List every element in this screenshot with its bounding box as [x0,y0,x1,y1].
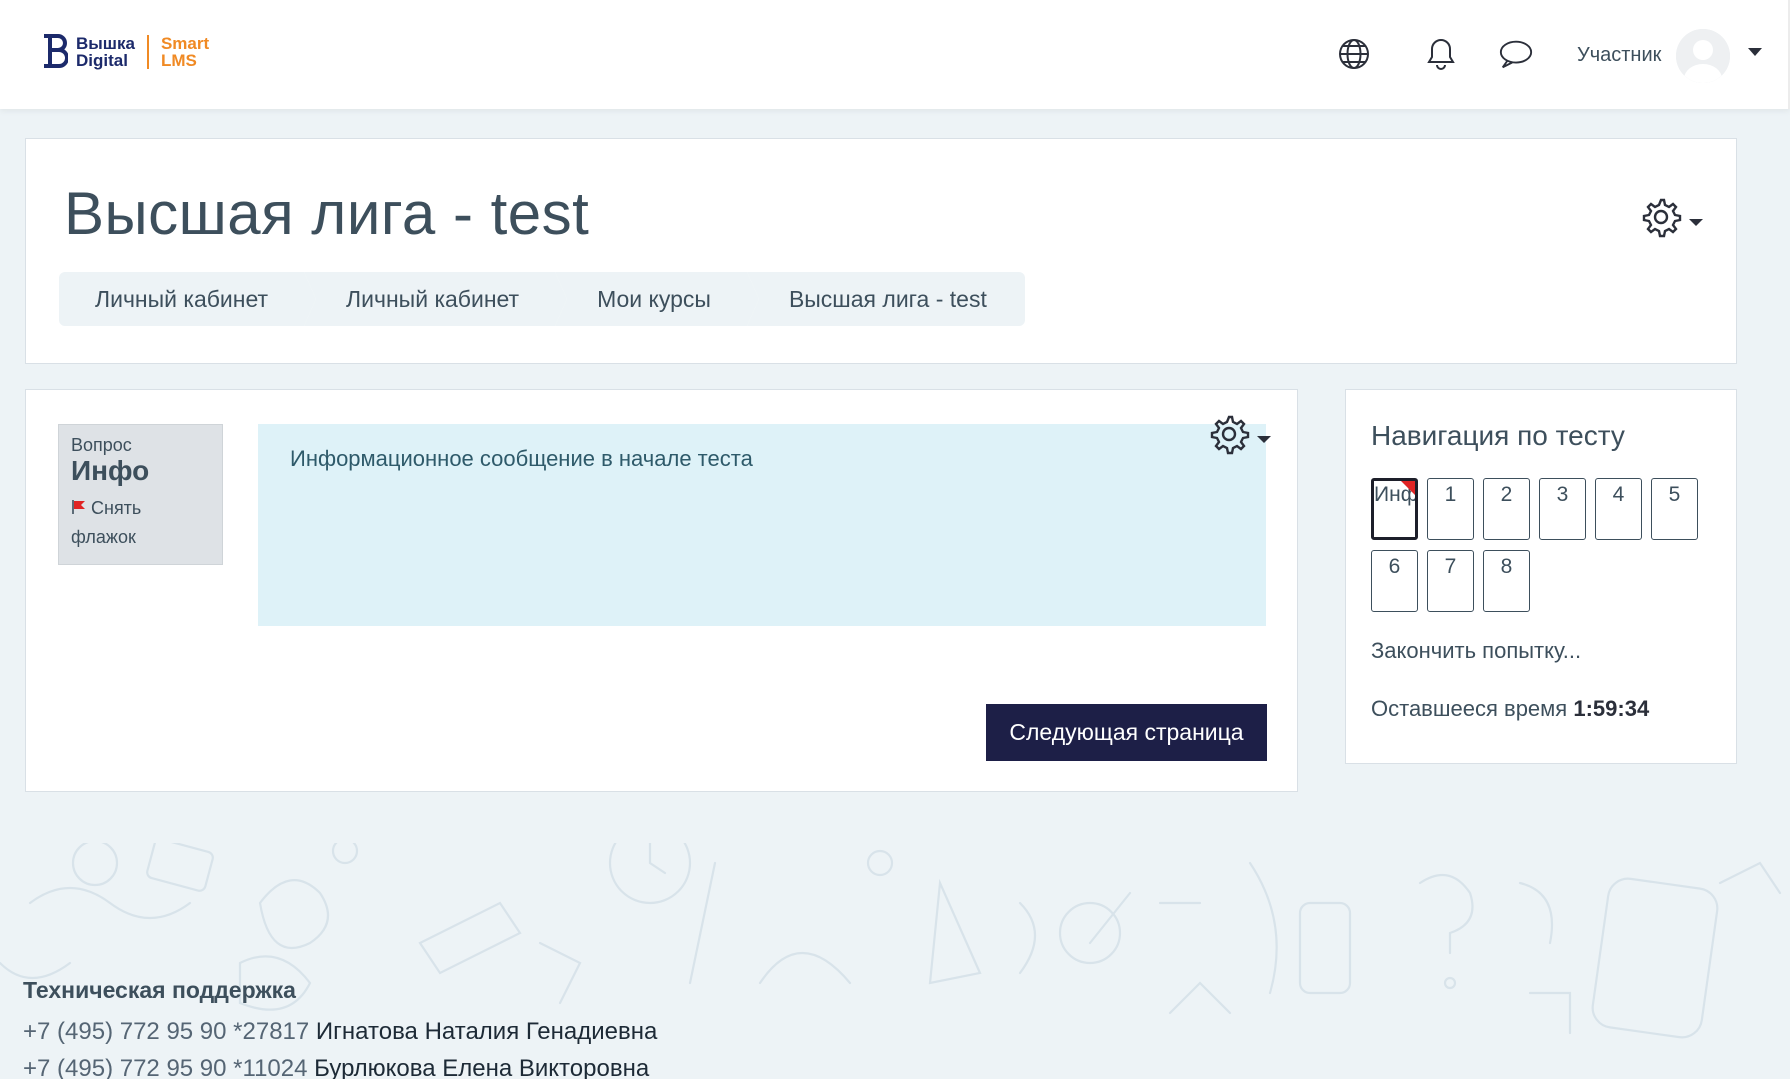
breadcrumb-item[interactable]: Мои курсы [555,272,759,326]
question-settings-menu[interactable] [1209,414,1279,463]
hse-logo-icon [44,34,68,68]
nav-button-6[interactable]: 6 [1371,550,1418,612]
user-name[interactable]: Участник [1577,44,1661,67]
question-label: Вопрос [71,435,132,455]
nav-button-7[interactable]: 7 [1427,550,1474,612]
time-remaining-value: 1:59:34 [1573,696,1650,721]
site-logo[interactable]: Вышка Digital Smart LMS [40,32,209,72]
logo-line-1: Вышка [76,34,135,53]
support-phone[interactable]: +7 (495) 772 95 90 *11024 [23,1055,307,1079]
gear-icon [1642,198,1703,238]
avatar[interactable] [1676,29,1730,83]
logo-text-secondary: Smart LMS [161,35,209,69]
quiz-navigation-title: Навигация по тесту [1371,420,1625,451]
nav-button-2[interactable]: 2 [1483,478,1530,540]
remove-flag-link[interactable]: Снять флажок [71,494,210,551]
quiz-navigation-panel: Навигация по тесту Инф 1 2 3 4 5 6 7 8 З… [1345,389,1737,764]
page-title: Высшая лига - test [64,180,590,247]
logo-text-primary: Вышка Digital [76,35,135,69]
nav-button-info[interactable]: Инф [1371,478,1418,540]
chevron-down-icon [1257,436,1271,443]
question-card: Вопрос Инфо Снять флажок Информационное … [25,389,1298,792]
breadcrumb-item[interactable]: Личный кабинет [304,272,568,326]
gear-icon [1210,415,1271,455]
top-navbar: Вышка Digital Smart LMS Участник [0,0,1790,109]
finish-attempt-link[interactable]: Закончить попытку... [1371,638,1581,664]
nav-button-5[interactable]: 5 [1651,478,1698,540]
logo-line-3: Smart [160,34,210,53]
support-person: Бурлюкова Елена Викторовна [314,1055,650,1079]
logo-line-4: LMS [160,51,197,70]
chat-icon[interactable] [1498,36,1534,72]
breadcrumb-item-current[interactable]: Высшая лига - test [746,272,1025,326]
question-info-box: Вопрос Инфо Снять флажок [58,424,223,565]
nav-button-3[interactable]: 3 [1539,478,1586,540]
nav-button-8[interactable]: 8 [1483,550,1530,612]
question-number: Инфо [71,455,150,486]
logo-separator [146,35,149,69]
caret-down-icon[interactable] [1748,48,1762,56]
support-title: Техническая поддержка [23,977,296,1003]
time-remaining: Оставшееся время 1:59:34 [1371,696,1649,722]
footer: Техническая поддержка +7 (495) 772 95 90… [0,843,1790,1079]
nav-button-4[interactable]: 4 [1595,478,1642,540]
breadcrumb: Личный кабинет Личный кабинет Мои курсы … [59,272,1031,326]
flag-icon [71,495,87,523]
nav-button-1[interactable]: 1 [1427,478,1474,540]
page-header: Высшая лига - test Личный кабинет Личный… [25,138,1737,364]
course-settings-menu[interactable] [1641,197,1711,246]
support-phone[interactable]: +7 (495) 772 95 90 *27817 [23,1018,309,1045]
logo-line-2: Digital [76,51,128,70]
breadcrumb-item[interactable]: Личный кабинет [59,272,317,326]
support-contact: +7 (495) 772 95 90 *11024 Бурлюкова Елен… [23,1055,649,1079]
next-page-button[interactable]: Следующая страница [986,704,1267,761]
support-contact: +7 (495) 772 95 90 *27817 Игнатова Натал… [23,1018,657,1046]
support-person: Игнатова Наталия Генадиевна [315,1018,658,1045]
chevron-down-icon [1689,219,1703,226]
time-remaining-label: Оставшееся время [1371,696,1568,721]
bell-icon[interactable] [1423,36,1459,72]
question-text: Информационное сообщение в начале теста [258,424,1266,626]
globe-icon[interactable] [1336,36,1372,72]
